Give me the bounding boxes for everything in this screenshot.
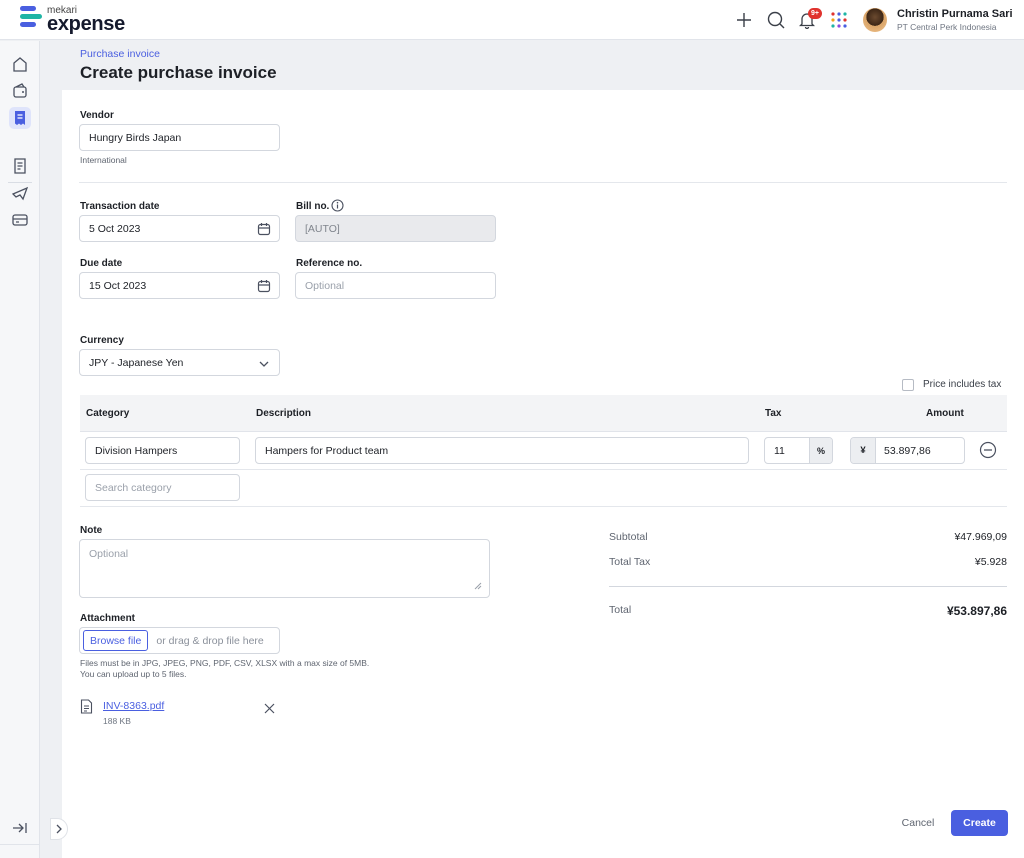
- row-divider: [80, 469, 1007, 470]
- travel-icon[interactable]: [9, 182, 31, 204]
- attached-file-size: 188 KB: [103, 716, 131, 726]
- user-name: Christin Purnama Sari: [897, 8, 1013, 20]
- divider: [79, 182, 1007, 183]
- transaction-date-label: Transaction date: [80, 201, 160, 212]
- card-icon[interactable]: [9, 209, 31, 231]
- cancel-button[interactable]: Cancel: [893, 810, 943, 836]
- attachment-label: Attachment: [80, 613, 136, 624]
- total-label: Total: [609, 604, 632, 616]
- note-textarea[interactable]: Optional: [79, 539, 490, 598]
- table-bottom-divider: [80, 506, 1007, 507]
- note-label: Note: [80, 525, 103, 536]
- bill-no-input: [AUTO]: [295, 215, 496, 242]
- vendor-hint: International: [80, 155, 127, 165]
- currency-symbol: ¥: [851, 438, 876, 463]
- calendar-icon[interactable]: [257, 222, 271, 236]
- description-input[interactable]: Hampers for Product team: [255, 437, 749, 464]
- tax-input[interactable]: 11 %: [764, 437, 833, 464]
- category-value: Division Hampers: [95, 444, 178, 457]
- reference-placeholder: Optional: [305, 279, 345, 292]
- description-header: Description: [256, 408, 312, 419]
- file-dropzone[interactable]: Browse file or drag & drop file here: [79, 627, 280, 654]
- page-title: Create purchase invoice: [80, 63, 277, 82]
- due-date-input[interactable]: 15 Oct 2023: [79, 272, 280, 299]
- report-icon[interactable]: [9, 155, 31, 177]
- note-placeholder: Optional: [89, 548, 129, 560]
- mekari-logo-icon: [20, 6, 42, 27]
- vendor-input[interactable]: Hungry Birds Japan: [79, 124, 280, 151]
- vendor-label: Vendor: [80, 110, 114, 121]
- bill-no-value: [AUTO]: [305, 222, 340, 235]
- total-tax-label: Total Tax: [609, 556, 651, 568]
- description-value: Hampers for Product team: [265, 444, 389, 457]
- total-value: ¥53.897,86: [946, 604, 1007, 618]
- reference-label: Reference no.: [296, 258, 363, 269]
- resize-handle-icon[interactable]: [474, 582, 482, 590]
- transaction-date-input[interactable]: 5 Oct 2023: [79, 215, 280, 242]
- attachment-hint-formats: Files must be in JPG, JPEG, PNG, PDF, CS…: [80, 658, 370, 668]
- amount-input[interactable]: ¥ 53.897,86: [850, 437, 965, 464]
- info-icon[interactable]: [331, 199, 344, 212]
- user-company: PT Central Perk Indonesia: [897, 22, 997, 32]
- attached-file-link[interactable]: INV-8363.pdf: [103, 700, 164, 712]
- browse-file-button[interactable]: Browse file: [83, 630, 149, 651]
- reference-input[interactable]: Optional: [295, 272, 496, 299]
- search-category-placeholder: Search category: [95, 481, 172, 494]
- tax-percent-suffix: %: [809, 438, 832, 463]
- subtotal-value: ¥47.969,09: [954, 531, 1007, 543]
- tax-header: Tax: [765, 408, 782, 419]
- amount-header: Amount: [926, 408, 964, 419]
- apps-grid-icon[interactable]: [829, 10, 849, 30]
- vendor-value: Hungry Birds Japan: [89, 131, 182, 144]
- search-icon[interactable]: [766, 10, 786, 30]
- subtotal-label: Subtotal: [609, 531, 648, 543]
- notification-badge: 9+: [808, 8, 822, 19]
- calendar-icon[interactable]: [257, 279, 271, 293]
- due-date-value: 15 Oct 2023: [89, 279, 147, 292]
- attachment-hint-limit: You can upload up to 5 files.: [80, 669, 187, 679]
- price-includes-tax-checkbox[interactable]: [902, 379, 914, 391]
- tax-value: 11: [774, 444, 785, 457]
- price-includes-tax-label[interactable]: Price includes tax: [923, 379, 1001, 390]
- breadcrumb[interactable]: Purchase invoice: [80, 48, 160, 60]
- amount-value: 53.897,86: [884, 444, 931, 457]
- top-bar: mekari expense 9+ Christin Purnama Sari …: [0, 0, 1024, 40]
- close-icon[interactable]: [263, 702, 276, 715]
- home-icon[interactable]: [9, 53, 31, 75]
- avatar[interactable]: [863, 8, 887, 32]
- chevron-right-icon: [56, 824, 62, 834]
- invoice-icon[interactable]: [9, 107, 31, 129]
- currency-value: JPY - Japanese Yen: [89, 356, 184, 369]
- sidebar: [0, 41, 40, 858]
- expand-sidebar-icon[interactable]: [9, 817, 31, 839]
- create-button[interactable]: Create: [951, 810, 1008, 836]
- sidebar-bottom-divider: [0, 844, 40, 845]
- currency-select[interactable]: JPY - Japanese Yen: [79, 349, 280, 376]
- category-input[interactable]: Division Hampers: [85, 437, 240, 464]
- remove-row-icon[interactable]: [979, 441, 997, 459]
- currency-label: Currency: [80, 335, 124, 346]
- bill-no-label: Bill no.: [296, 201, 330, 212]
- file-icon: [80, 699, 93, 714]
- plus-icon[interactable]: [734, 10, 754, 30]
- logo-product-text: expense: [47, 13, 125, 35]
- due-date-label: Due date: [80, 258, 123, 269]
- summary-divider: [609, 586, 1007, 587]
- wallet-icon[interactable]: [9, 80, 31, 102]
- transaction-date-value: 5 Oct 2023: [89, 222, 141, 235]
- total-tax-value: ¥5.928: [974, 556, 1007, 568]
- category-header: Category: [86, 408, 130, 419]
- line-items-header: Category Description Tax Amount: [80, 395, 1007, 432]
- chevron-down-icon: [259, 361, 269, 367]
- drop-text: or drag & drop file here: [156, 634, 264, 647]
- search-category-input[interactable]: Search category: [85, 474, 240, 501]
